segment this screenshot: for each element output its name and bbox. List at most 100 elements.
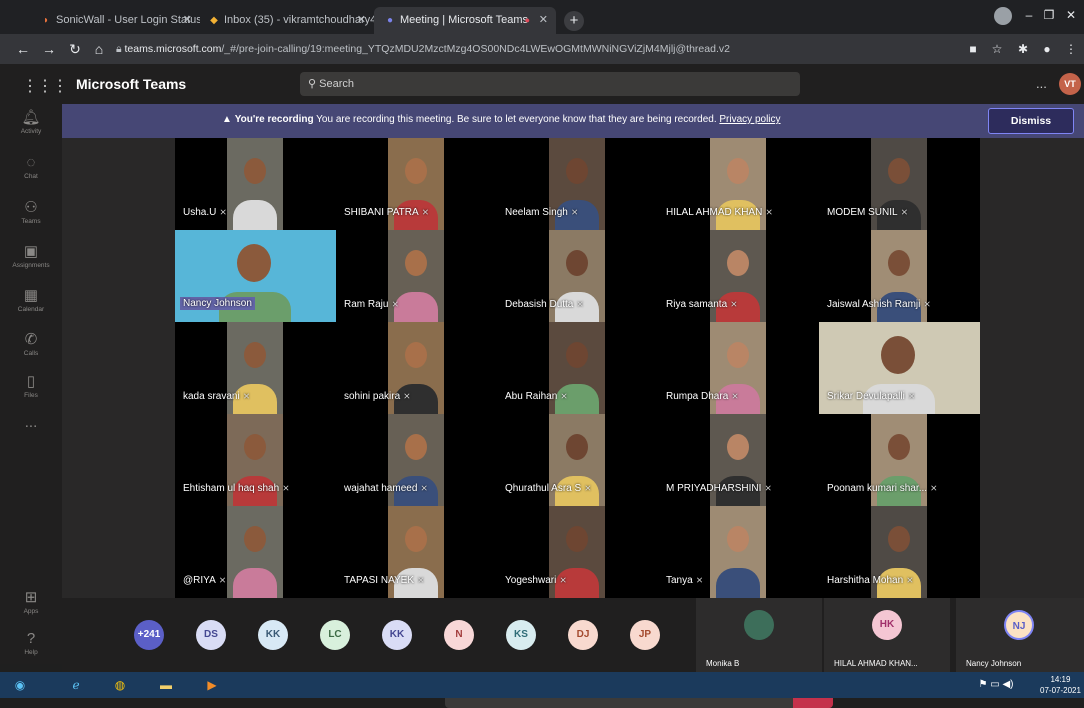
participant-name-text: Riya samanta xyxy=(666,299,728,310)
muted-mic-icon: ⨯ xyxy=(930,483,938,493)
video-tile[interactable]: Yogeshwari ⨯ xyxy=(497,506,658,598)
rail-item-calls[interactable]: ✆ Calls xyxy=(0,326,62,374)
video-tile[interactable]: HILAL AHMAD KHAN ⨯ xyxy=(658,138,819,230)
taskbar-clock[interactable]: 14:19 07-07-2021 xyxy=(1040,674,1081,696)
video-tile[interactable]: M PRIYADHARSHINI ⨯ xyxy=(658,414,819,506)
video-tile[interactable]: sohini pakira ⨯ xyxy=(336,322,497,414)
strip-video-tile[interactable]: Monika B xyxy=(696,598,822,672)
browser-tab-inbox[interactable]: ◆ Inbox (35) - vikramtchoudhary4... ✕ xyxy=(198,7,374,34)
video-tile[interactable]: MODEM SUNIL ⨯ xyxy=(819,138,980,230)
browser-tab-teams[interactable]: ● Meeting | Microsoft Teams ● ✕ xyxy=(374,7,556,34)
rail-item-apps[interactable]: ⊞ Apps xyxy=(0,584,62,632)
forward-icon[interactable]: → xyxy=(40,40,58,58)
muted-mic-icon: ⨯ xyxy=(420,483,428,493)
participant-name: @RIYA ⨯ xyxy=(183,575,226,586)
close-tab-icon[interactable]: ✕ xyxy=(183,7,192,34)
participant-name: TAPASI NAYEK ⨯ xyxy=(344,575,425,586)
video-tile[interactable]: Tanya ⨯ xyxy=(658,506,819,598)
recording-banner: ▲ You're recording You are recording thi… xyxy=(62,104,1084,138)
maximize-icon[interactable]: ❐ xyxy=(1040,6,1058,24)
video-tile[interactable]: Abu Raihan ⨯ xyxy=(497,322,658,414)
video-tile[interactable]: @RIYA ⨯ xyxy=(175,506,336,598)
strip-video-tile[interactable]: NJ Nancy Johnson xyxy=(956,598,1084,672)
rail-item-calendar[interactable]: ▦ Calendar xyxy=(0,282,62,330)
privacy-policy-link[interactable]: Privacy policy xyxy=(719,114,780,125)
browser-tab-sonicwall[interactable]: ◗ SonicWall - User Login Status ✕ xyxy=(30,7,200,34)
system-tray-icons[interactable]: ⚑ ▭ ◀︎) xyxy=(966,674,1026,696)
rail-item-assignments[interactable]: ▣ Assignments xyxy=(0,238,62,286)
participant-name: MODEM SUNIL ⨯ xyxy=(827,207,908,218)
video-tile[interactable]: Harshitha Mohan ⨯ xyxy=(819,506,980,598)
more-options-icon[interactable]: ... xyxy=(1036,76,1047,91)
strip-video-tile[interactable]: HK HILAL AHMAD KHAN... xyxy=(824,598,950,672)
video-grid: Usha.U ⨯ SHIBANI PATRA ⨯ Neelam Singh ⨯ HILAL … xyxy=(175,138,980,598)
video-tile[interactable]: Riya samanta ⨯ xyxy=(658,230,819,322)
video-tile[interactable]: Debasish Dutta ⨯ xyxy=(497,230,658,322)
video-tile[interactable]: Neelam Singh ⨯ xyxy=(497,138,658,230)
profile-avatar-icon[interactable]: ● xyxy=(1040,42,1054,56)
muted-mic-icon: ⨯ xyxy=(218,575,227,585)
rail-item-more[interactable]: ... xyxy=(0,410,62,458)
rail-item-activity[interactable]: 🔔︎ Activity xyxy=(0,104,62,152)
close-tab-icon[interactable]: ✕ xyxy=(539,7,548,34)
extensions-icon[interactable]: ✱ xyxy=(1016,42,1030,56)
address-bar[interactable]: 🔒︎ teams.microsoft.com/_#/pre-join-calli… xyxy=(116,39,946,59)
camera-permission-icon[interactable]: ■ xyxy=(966,42,980,56)
video-tile[interactable]: wajahat hameed ⨯ xyxy=(336,414,497,506)
app-launcher-icon[interactable]: ⋮⋮⋮ xyxy=(22,76,68,96)
video-tile[interactable]: Rumpa Dhara ⨯ xyxy=(658,322,819,414)
participant-avatar[interactable]: LC xyxy=(320,620,350,650)
rail-item-files[interactable]: ▯ Files xyxy=(0,368,62,416)
participant-name: Tanya ⨯ xyxy=(666,575,703,586)
chrome-icon[interactable]: ◍ xyxy=(108,674,132,696)
clock-time: 14:19 xyxy=(1050,675,1071,684)
windows-start-icon[interactable]: ◉ xyxy=(8,674,32,696)
video-tile[interactable]: Nancy Johnson xyxy=(175,230,336,322)
rail-item-help[interactable]: ? Help xyxy=(0,626,62,674)
participant-avatar[interactable]: KK xyxy=(382,620,412,650)
video-tile[interactable]: kada sravani ⨯ xyxy=(175,322,336,414)
video-tile[interactable]: Qhurathul Asra S ⨯ xyxy=(497,414,658,506)
video-tile[interactable]: Usha.U ⨯ xyxy=(175,138,336,230)
dismiss-button[interactable]: Dismiss xyxy=(988,108,1074,134)
participant-avatar[interactable]: DS xyxy=(196,620,226,650)
internet-explorer-icon[interactable]: ℯ xyxy=(64,674,88,696)
close-window-icon[interactable]: ✕ xyxy=(1062,6,1080,24)
home-icon[interactable]: ⌂ xyxy=(90,40,108,58)
video-tile[interactable]: SHIBANI PATRA ⨯ xyxy=(336,138,497,230)
video-tile[interactable]: Srikar Devulapalli ⨯ xyxy=(819,322,980,414)
overflow-count-badge[interactable]: +241 xyxy=(134,620,164,650)
rail-item-chat[interactable]: ◌ Chat xyxy=(0,150,62,198)
participant-name-text: Usha.U xyxy=(183,207,217,218)
bookmark-star-icon[interactable]: ☆ xyxy=(990,42,1004,56)
file-explorer-icon[interactable]: ▬ xyxy=(154,674,178,696)
search-input[interactable]: ⚲ Search xyxy=(300,72,800,96)
participant-avatar[interactable]: KS xyxy=(506,620,536,650)
person-head xyxy=(881,336,915,374)
teams-icon: ⚇ xyxy=(24,199,38,216)
participant-avatar[interactable]: KK xyxy=(258,620,288,650)
participant-avatar[interactable]: DJ xyxy=(568,620,598,650)
media-player-icon[interactable]: ▶ xyxy=(200,674,224,696)
rail-item-teams[interactable]: ⚇ Teams xyxy=(0,194,62,242)
back-icon[interactable]: ← xyxy=(14,40,32,58)
browser-menu-icon[interactable]: ⋮ xyxy=(1064,42,1078,56)
browser-profile-icon[interactable] xyxy=(994,7,1012,25)
participant-avatar[interactable]: N xyxy=(444,620,474,650)
rail-label: Activity xyxy=(20,128,42,135)
url-host: teams.microsoft.com xyxy=(124,43,222,55)
video-tile[interactable]: Poonam kumari shar... ⨯ xyxy=(819,414,980,506)
participant-name: HILAL AHMAD KHAN ⨯ xyxy=(666,207,773,218)
video-tile[interactable]: Jaiswal Ashish Ramji ⨯ xyxy=(819,230,980,322)
warning-icon: ▲ xyxy=(222,114,235,125)
video-tile[interactable]: TAPASI NAYEK ⨯ xyxy=(336,506,497,598)
video-tile[interactable]: Ehtisham ul haq shah ⨯ xyxy=(175,414,336,506)
user-avatar[interactable]: VT xyxy=(1059,73,1081,95)
minimize-icon[interactable]: – xyxy=(1020,6,1038,24)
video-tile[interactable]: Ram Raju ⨯ xyxy=(336,230,497,322)
help-icon: ? xyxy=(26,630,36,647)
reload-icon[interactable]: ↻ xyxy=(66,40,84,58)
new-tab-button[interactable]: + xyxy=(564,11,584,31)
close-tab-icon[interactable]: ✕ xyxy=(357,7,366,34)
participant-avatar[interactable]: JP xyxy=(630,620,660,650)
